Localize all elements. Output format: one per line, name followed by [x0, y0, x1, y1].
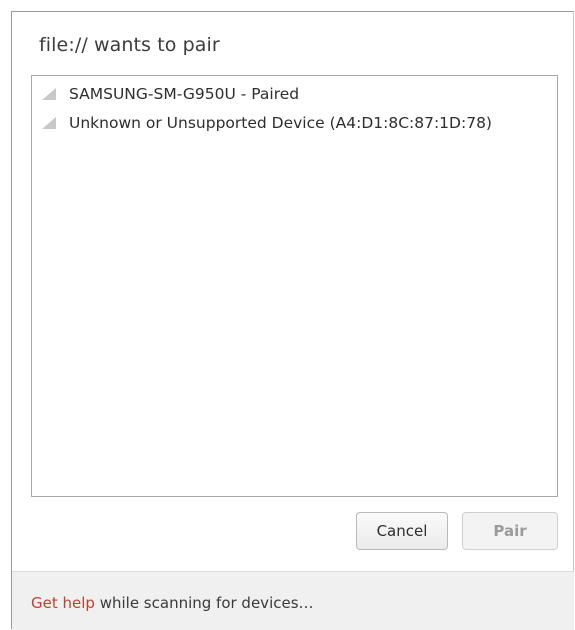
device-item[interactable]: Unknown or Unsupported Device (A4:D1:8C:…	[41, 112, 492, 134]
bluetooth-pair-dialog: file:// wants to pair SAMSUNG-SM-G950U -…	[11, 11, 574, 630]
signal-strength-icon	[42, 117, 56, 129]
device-list[interactable]: SAMSUNG-SM-G950U - Paired Unknown or Uns…	[31, 75, 558, 497]
pair-button[interactable]: Pair	[462, 512, 558, 550]
device-label: SAMSUNG-SM-G950U - Paired	[69, 85, 300, 103]
cancel-button[interactable]: Cancel	[356, 512, 448, 550]
dialog-title: file:// wants to pair	[39, 34, 220, 56]
device-item[interactable]: SAMSUNG-SM-G950U - Paired	[41, 83, 299, 105]
footer-help-text: Get help while scanning for devices…	[31, 594, 314, 612]
signal-strength-icon	[42, 88, 56, 100]
footer-help-suffix: while scanning for devices…	[94, 594, 314, 612]
dialog-footer: Get help while scanning for devices…	[12, 571, 574, 630]
device-label: Unknown or Unsupported Device (A4:D1:8C:…	[69, 114, 492, 132]
get-help-link[interactable]: Get help	[31, 594, 95, 612]
